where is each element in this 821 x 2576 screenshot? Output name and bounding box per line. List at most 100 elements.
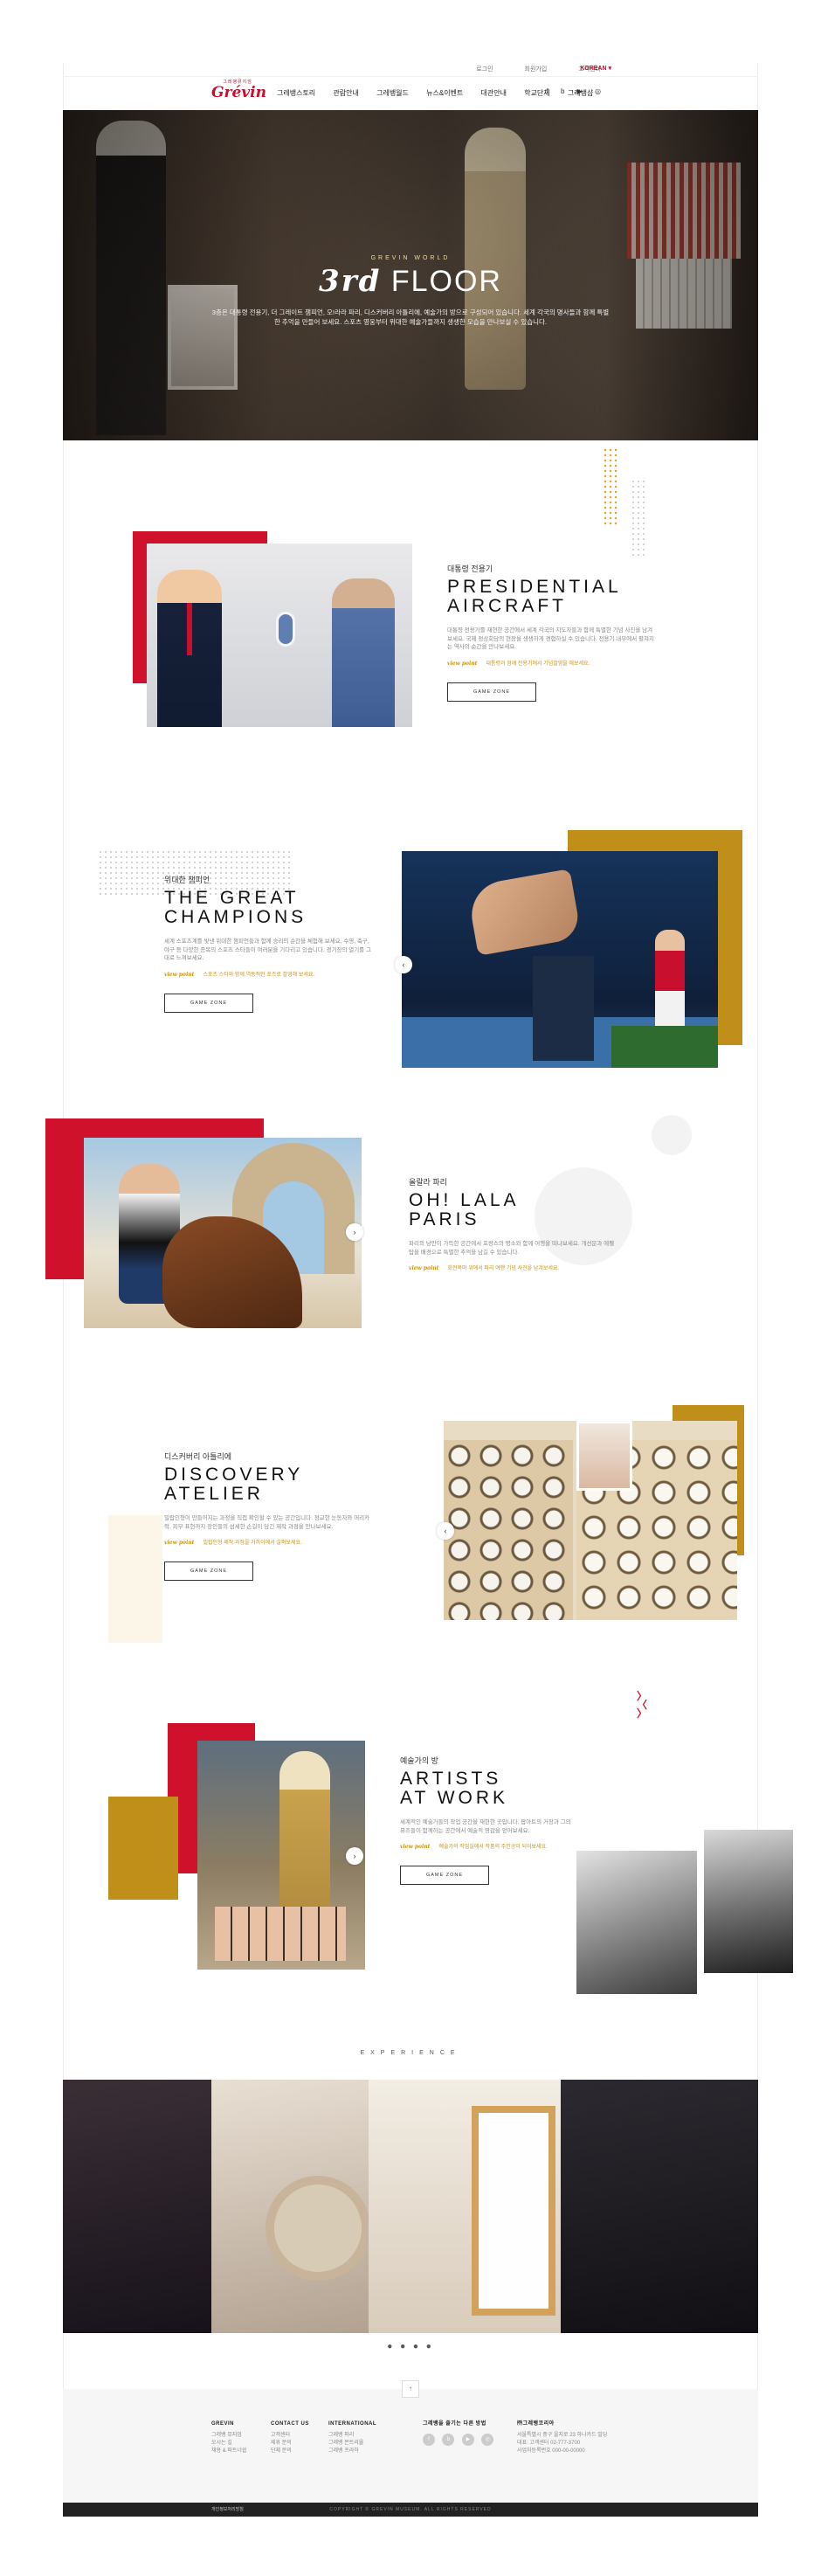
section-body: 밀랍인형이 만들어지는 과정을 직접 확인할 수 있는 공간입니다. 정교한 눈… — [164, 1515, 370, 1530]
prev-arrow-icon[interactable]: ‹ — [395, 956, 412, 973]
section-presidential: 대통령 전용기 PRESIDENTIAL AIRCRAFT 대통령 전용기를 재… — [447, 563, 657, 702]
hero-banner: GREVIN WORLD 3rd FLOOR 3층은 대통령 전용기, 더 그레… — [63, 110, 758, 440]
footer-col-contact: CONTACT US 고객센터 제휴 문의 단체 문의 — [271, 2420, 309, 2455]
footer-col-title: CONTACT US — [271, 2421, 309, 2427]
view-point: view point 예술가의 작업실에서 작품의 주인공이 되어보세요. — [400, 1842, 575, 1850]
section-kr-title: 올랄라 파리 — [409, 1178, 447, 1187]
youtube-icon[interactable]: ▶ — [577, 87, 583, 95]
discovery-atelier-image — [444, 1421, 737, 1620]
eyeball-display-left — [444, 1440, 573, 1620]
game-zone-button[interactable]: GAME ZONE — [447, 682, 536, 702]
logo[interactable]: 그레뱅뮤지엄 Grévin — [211, 79, 266, 107]
soccer-figure — [655, 930, 685, 1035]
golden-dress-figure — [279, 1751, 330, 1926]
footer-col-title: INTERNATIONAL — [328, 2421, 377, 2427]
header-sns: f b ▶ ◎ — [535, 87, 601, 95]
nav-item-world[interactable]: 그레뱅월드 — [376, 89, 409, 97]
footer-link[interactable]: 그레뱅 몬트리올 — [328, 2440, 376, 2448]
footer-link[interactable]: 단체 문의 — [271, 2448, 309, 2455]
experience-pager[interactable]: ● ● ● ● — [0, 2342, 821, 2351]
copyright-bar: 개인정보처리방침 COPYRIGHT © GREVIN MUSEUM. ALL … — [63, 2503, 758, 2517]
next-arrow-icon[interactable]: › — [346, 1223, 363, 1241]
section-en-title-1: OH! LALA — [409, 1190, 520, 1210]
experience-gallery — [63, 2080, 758, 2333]
easel-screen — [472, 2106, 555, 2316]
footer-link[interactable]: 그레뱅 프라하 — [328, 2448, 376, 2455]
section-atelier: 디스커버리 아틀리에 DISCOVERY ATELIER 밀랍인형이 만들어지는… — [164, 1451, 374, 1581]
prev-arrow-icon[interactable]: ‹ — [437, 1522, 454, 1540]
child-hat — [266, 2176, 370, 2281]
footer-sns-title: 그레뱅을 즐기는 다른 방법 — [423, 2421, 486, 2427]
gallery-photo-bw-2 — [704, 1830, 793, 1973]
blog-icon[interactable]: b — [442, 2434, 455, 2446]
gallery-photo-bw-1 — [576, 1851, 697, 1994]
copyright-text: COPYRIGHT © GREVIN MUSEUM. ALL RIGHTS RE… — [329, 2507, 492, 2512]
view-point-label: view point — [164, 1540, 195, 1546]
language-bar: KOREAN ▾ — [63, 61, 758, 77]
face-photo-card — [576, 1421, 632, 1491]
section-en-title-1: DISCOVERY — [164, 1465, 304, 1485]
view-point: view point 스포츠 스타와 함께 역동적인 포즈로 촬영해 보세요. — [164, 970, 374, 978]
section-kr-title: 예술가의 방 — [400, 1756, 438, 1765]
experience-photo-4 — [561, 2080, 758, 2333]
hero-title-floor-number: 3rd — [319, 264, 382, 299]
section-en-title-1: THE GREAT — [164, 888, 300, 908]
section-en-title-2: CHAMPIONS — [164, 907, 307, 927]
section-body: 대통령 전용기를 재현한 공간에서 세계 각국의 지도자들과 함께 특별한 기념… — [447, 627, 654, 650]
instagram-icon[interactable]: ◎ — [595, 87, 601, 95]
figure-right — [332, 578, 395, 727]
blog-icon[interactable]: b — [561, 87, 564, 95]
logo-wordmark: Grévin — [211, 84, 266, 101]
deco-zigzag-icon: 〉〈〉 — [636, 1690, 647, 1720]
game-zone-button[interactable]: GAME ZONE — [164, 1562, 253, 1581]
footer: GREVIN 그레뱅 뮤지엄 오시는 길 채용 & 파트너쉽 CONTACT U… — [63, 2389, 758, 2503]
view-point-text: 예술가의 작업실에서 작품의 주인공이 되어보세요. — [438, 1845, 548, 1850]
game-zone-button[interactable]: GAME ZONE — [164, 993, 253, 1013]
view-point: view point 대통령과 함께 전용기에서 기념촬영을 해보세요. — [447, 659, 657, 667]
nav-item-rental[interactable]: 대관안내 — [481, 89, 507, 97]
view-point-text: 스포츠 스타와 함께 역동적인 포즈로 촬영해 보세요. — [203, 972, 315, 978]
nav-item-news[interactable]: 뉴스&이벤트 — [426, 89, 463, 97]
game-zone-button[interactable]: GAME ZONE — [400, 1866, 489, 1885]
view-point: view point 회전목마 위에서 파리 여행 기념 사진을 남겨보세요. — [409, 1264, 618, 1271]
back-to-top-button[interactable]: ↑ — [402, 2380, 419, 2398]
great-champions-image — [402, 851, 718, 1068]
section-body: 세계적인 예술가들의 작업 공간을 재현한 곳입니다. 팝아트의 거장과 그의 … — [400, 1819, 571, 1834]
section-en-title-1: PRESIDENTIAL — [447, 577, 622, 597]
hero-subtitle: GREVIN WORLD — [370, 255, 451, 261]
facebook-icon[interactable]: f — [546, 87, 548, 95]
next-arrow-icon[interactable]: › — [346, 1847, 363, 1865]
instagram-icon[interactable]: ◎ — [481, 2434, 494, 2446]
view-point-label: view point — [409, 1265, 439, 1271]
facebook-icon[interactable]: f — [423, 2434, 435, 2446]
footer-link[interactable]: 그레뱅 파리 — [328, 2432, 376, 2440]
artists-at-work-image — [197, 1741, 365, 1970]
airplane-window — [276, 612, 295, 647]
oh-lala-paris-image — [84, 1138, 362, 1328]
footer-col-international: INTERNATIONAL 그레뱅 파리 그레뱅 몬트리올 그레뱅 프라하 — [328, 2420, 376, 2455]
pop-art-prints — [215, 1907, 346, 1961]
footer-link[interactable]: 오시는 길 — [211, 2440, 246, 2448]
footer-col-grevin: GREVIN 그레뱅 뮤지엄 오시는 길 채용 & 파트너쉽 — [211, 2420, 246, 2455]
footer-link[interactable]: 채용 & 파트너쉽 — [211, 2448, 246, 2455]
footer-info-line: 서울특별시 중구 을지로 23 하나카드 빌딩 — [517, 2433, 608, 2438]
footer-col-title: GREVIN — [211, 2421, 235, 2427]
footer-link[interactable]: 그레뱅 뮤지엄 — [211, 2432, 246, 2440]
section-champions: 위대한 챔피언 THE GREAT CHAMPIONS 세계 스포츠계를 빛낸 … — [164, 874, 374, 1013]
section-paris: 올랄라 파리 OH! LALA PARIS 파리의 낭만이 가득한 공간에서 프… — [409, 1176, 618, 1271]
section-en-title-2: AIRCRAFT — [447, 596, 567, 616]
view-point-label: view point — [447, 660, 478, 667]
view-point-text: 회전목마 위에서 파리 여행 기념 사진을 남겨보세요. — [447, 1266, 560, 1271]
footer-company-info: ㈜그레뱅코리아 서울특별시 중구 을지로 23 하나카드 빌딩 대표: 고객센터… — [517, 2420, 607, 2455]
youtube-icon[interactable]: ▶ — [461, 2434, 474, 2446]
section-en-title-2: AT WORK — [400, 1788, 509, 1808]
nav-item-visit[interactable]: 관람안내 — [333, 89, 358, 97]
nav-item-story[interactable]: 그레뱅스토리 — [277, 89, 315, 97]
section-en-title-1: ARTISTS — [400, 1769, 502, 1789]
swimmer-figure — [466, 869, 583, 956]
footer-link[interactable]: 고객센터 — [271, 2432, 309, 2440]
hero-title: 3rd FLOOR — [63, 264, 758, 299]
language-select[interactable]: KOREAN ▾ — [580, 65, 611, 72]
main-header: 그레뱅뮤지엄 Grévin 그레뱅스토리 관람안내 그레뱅월드 뉴스&이벤트 대… — [63, 77, 758, 110]
footer-link[interactable]: 제휴 문의 — [271, 2440, 309, 2448]
